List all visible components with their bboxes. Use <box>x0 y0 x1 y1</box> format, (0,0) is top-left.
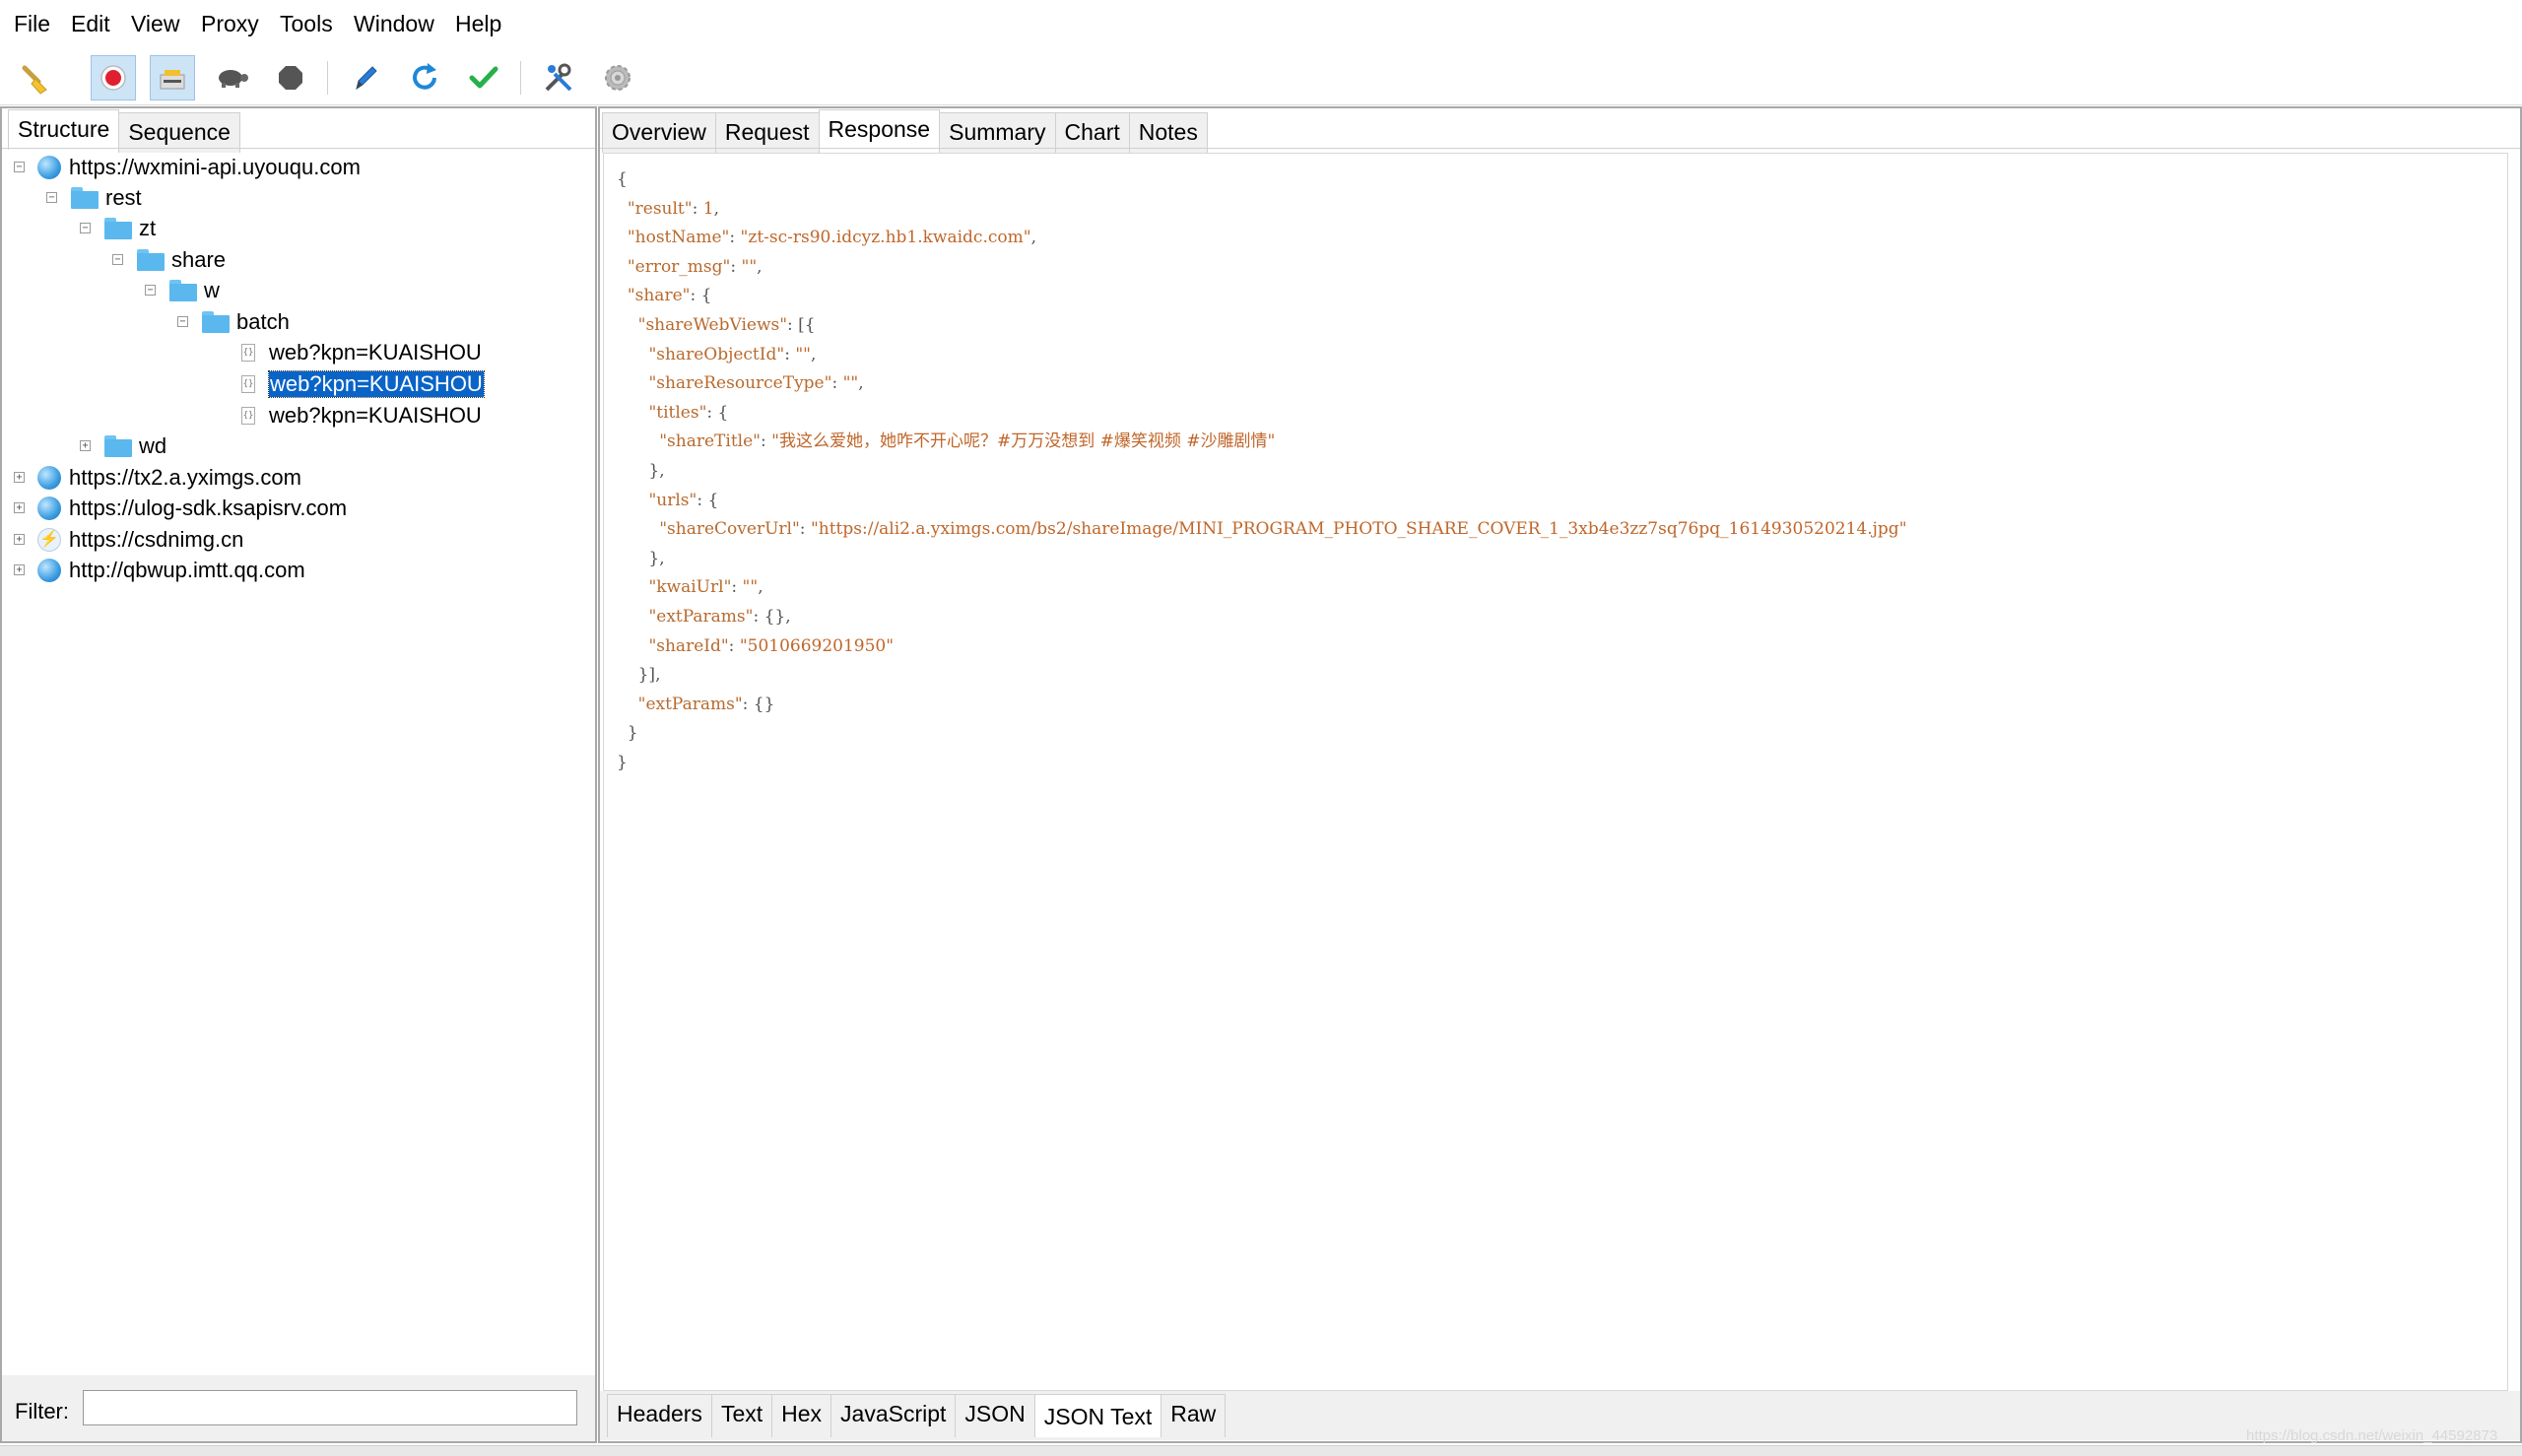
tab-sequence[interactable]: Sequence <box>118 112 240 153</box>
tab-structure[interactable]: Structure <box>8 109 120 150</box>
refresh-icon[interactable] <box>402 55 447 100</box>
top-tab-bar: Overview Request Response Summary Chart … <box>602 109 1208 153</box>
tree-folder-batch[interactable]: batch <box>202 307 290 337</box>
menu-bar: File Edit View Proxy Tools Window Help <box>0 0 2522 50</box>
collapse-toggle[interactable]: − <box>14 162 25 172</box>
tab-headers[interactable]: Headers <box>607 1394 712 1437</box>
tree-host-ulog[interactable]: https://ulog-sdk.ksapisrv.com <box>37 494 347 523</box>
menu-edit[interactable]: Edit <box>71 11 110 37</box>
bottom-tab-bar: Headers Text Hex JavaScript JSON JSON Te… <box>607 1394 1227 1437</box>
json-file-icon: {} <box>241 344 255 362</box>
collapse-toggle[interactable]: − <box>145 285 156 296</box>
collapse-toggle[interactable]: − <box>80 223 91 233</box>
settings-icon[interactable] <box>595 55 640 100</box>
globe-icon <box>37 496 61 520</box>
tree-host-csdnimg[interactable]: ⚡ https://csdnimg.cn <box>37 525 243 555</box>
collapse-toggle[interactable]: − <box>177 316 188 327</box>
expand-toggle[interactable]: + <box>14 564 25 575</box>
expand-toggle[interactable]: + <box>80 440 91 451</box>
tab-text[interactable]: Text <box>710 1394 773 1437</box>
expand-toggle[interactable]: + <box>14 502 25 513</box>
collapse-toggle[interactable]: − <box>46 192 57 203</box>
tab-notes[interactable]: Notes <box>1128 112 1208 153</box>
tab-raw[interactable]: Raw <box>1161 1394 1227 1437</box>
tree-folder-share[interactable]: share <box>137 245 226 275</box>
menu-help[interactable]: Help <box>455 11 501 37</box>
folder-icon <box>71 187 99 209</box>
record-icon[interactable] <box>91 55 136 100</box>
globe-icon <box>37 559 61 582</box>
tree-request[interactable]: {} web?kpn=KUAISHOU <box>241 338 482 367</box>
expand-toggle[interactable]: + <box>14 534 25 545</box>
filter-input[interactable] <box>83 1390 577 1425</box>
lightning-icon: ⚡ <box>37 528 61 552</box>
tree-folder-wd[interactable]: wd <box>104 431 166 461</box>
json-file-icon: {} <box>241 407 255 425</box>
tab-json-text[interactable]: JSON Text <box>1033 1394 1162 1437</box>
tab-hex[interactable]: Hex <box>771 1394 832 1437</box>
menu-view[interactable]: View <box>131 11 179 37</box>
globe-icon <box>37 156 61 179</box>
watermark: https://blog.csdn.net/weixin_44592873 <box>2246 1427 2498 1444</box>
tab-request[interactable]: Request <box>714 112 820 153</box>
check-icon[interactable] <box>461 55 506 100</box>
tree-host-qbwup[interactable]: http://qbwup.imtt.qq.com <box>37 556 305 585</box>
tree-request[interactable]: {} web?kpn=KUAISHOU <box>241 401 482 430</box>
tree-folder-w[interactable]: w <box>169 276 220 305</box>
folder-icon <box>169 280 197 301</box>
toolbar <box>0 49 2522 105</box>
broom-icon[interactable] <box>14 55 59 100</box>
filter-label: Filter: <box>15 1399 69 1423</box>
tab-chart[interactable]: Chart <box>1054 112 1130 153</box>
menu-tools[interactable]: Tools <box>280 11 333 37</box>
globe-icon <box>37 466 61 490</box>
tab-overview[interactable]: Overview <box>602 112 716 153</box>
folder-icon <box>202 311 230 333</box>
menu-file[interactable]: File <box>14 11 50 37</box>
tab-summary[interactable]: Summary <box>939 112 1056 153</box>
tab-json[interactable]: JSON <box>955 1394 1035 1437</box>
tab-javascript[interactable]: JavaScript <box>830 1394 957 1437</box>
pen-icon[interactable] <box>343 55 388 100</box>
menu-proxy[interactable]: Proxy <box>201 11 259 37</box>
folder-icon <box>137 249 165 271</box>
expand-toggle[interactable]: + <box>14 472 25 483</box>
tree-request-selected[interactable]: {} web?kpn=KUAISHOU <box>241 369 485 399</box>
json-code: { "result": 1, "hostName": "zt-sc-rs90.i… <box>617 169 1907 772</box>
json-file-icon: {} <box>241 375 255 393</box>
collapse-toggle[interactable]: − <box>112 254 123 265</box>
tree-host-tx2[interactable]: https://tx2.a.yximgs.com <box>37 463 301 493</box>
menu-window[interactable]: Window <box>354 11 434 37</box>
tree-folder-zt[interactable]: zt <box>104 214 156 243</box>
turtle-icon[interactable] <box>209 55 254 100</box>
throttle-icon[interactable] <box>150 55 195 100</box>
tab-response[interactable]: Response <box>818 109 941 150</box>
tree-folder-rest[interactable]: rest <box>71 183 142 213</box>
status-bar <box>0 1445 2522 1456</box>
stop-icon[interactable] <box>268 55 313 100</box>
tree-host-wxmini[interactable]: https://wxmini-api.uyouqu.com <box>37 153 361 182</box>
left-tab-bar: Structure Sequence <box>8 109 240 153</box>
tools-icon[interactable] <box>536 55 581 100</box>
folder-icon <box>104 218 132 239</box>
folder-icon <box>104 435 132 457</box>
structure-panel <box>0 106 597 1443</box>
